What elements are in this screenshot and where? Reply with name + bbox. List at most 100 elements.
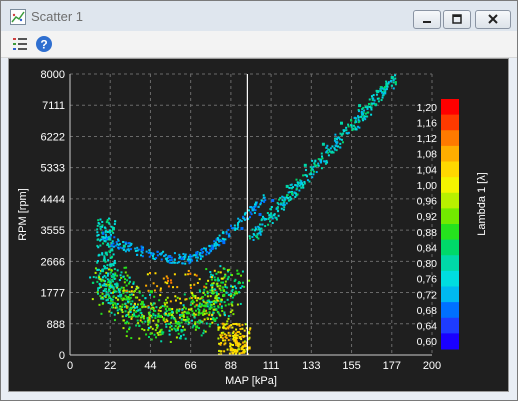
scatter-point bbox=[128, 290, 131, 293]
scatter-point bbox=[239, 328, 242, 331]
list-settings-icon[interactable] bbox=[11, 35, 29, 53]
scatter-point bbox=[176, 286, 179, 289]
help-icon[interactable]: ? bbox=[35, 35, 53, 53]
scatter-point bbox=[189, 303, 192, 306]
scatter-point bbox=[229, 348, 233, 352]
scatter-point bbox=[122, 275, 125, 278]
scatter-point bbox=[208, 248, 211, 251]
minimize-button[interactable] bbox=[413, 10, 441, 29]
scatter-point bbox=[215, 272, 218, 275]
scatter-point bbox=[205, 312, 208, 315]
scatter-point bbox=[221, 231, 224, 234]
scatter-point bbox=[223, 350, 226, 353]
scatter-point bbox=[203, 247, 206, 250]
scatter-point bbox=[224, 283, 227, 286]
y-tick-label: 1777 bbox=[41, 288, 65, 300]
scatter-point bbox=[140, 254, 143, 257]
scatter-point bbox=[253, 211, 256, 214]
scatter-point bbox=[147, 326, 150, 329]
scatter-point bbox=[177, 321, 181, 325]
scatter-point bbox=[248, 235, 251, 238]
scatter-point bbox=[239, 281, 242, 284]
scatter-point bbox=[236, 303, 239, 306]
colorbar-tick-label: 0,68 bbox=[417, 305, 438, 317]
scatter-point bbox=[142, 315, 145, 318]
scatter-point bbox=[209, 273, 212, 276]
scatter-point bbox=[101, 296, 104, 299]
scatter-point bbox=[260, 219, 263, 222]
scatter-point bbox=[242, 350, 246, 354]
scatter-point bbox=[112, 242, 115, 245]
x-axis-label: MAP [kPa] bbox=[225, 375, 277, 387]
scatter-point bbox=[227, 228, 230, 231]
scatter-point bbox=[144, 305, 147, 308]
scatter-point bbox=[111, 278, 114, 281]
scatter-point bbox=[202, 300, 205, 303]
scatter-point bbox=[145, 250, 148, 253]
scatter-point bbox=[104, 230, 107, 233]
scatter-point bbox=[159, 289, 162, 292]
scatter-point bbox=[159, 310, 162, 313]
scatter-point bbox=[177, 309, 180, 312]
scatter-point bbox=[281, 195, 284, 198]
scatter-point bbox=[149, 290, 153, 294]
scatter-point bbox=[182, 333, 185, 336]
scatter-point bbox=[97, 238, 100, 241]
y-tick-label: 6222 bbox=[41, 131, 65, 143]
scatter-point bbox=[259, 203, 262, 206]
scatter-point bbox=[243, 335, 246, 338]
scatter-point bbox=[376, 90, 380, 94]
scatter-point bbox=[104, 265, 107, 268]
scatter-point bbox=[250, 213, 253, 216]
scatter-point bbox=[117, 295, 120, 298]
scatter-point bbox=[147, 306, 150, 309]
scatter-point bbox=[141, 251, 144, 254]
scatter-point bbox=[254, 226, 257, 229]
scatter-point bbox=[173, 252, 176, 255]
scatter-point bbox=[121, 303, 124, 306]
title-bar[interactable]: Scatter 1 bbox=[1, 1, 517, 31]
scatter-point bbox=[219, 271, 222, 274]
scatter-point bbox=[345, 126, 348, 129]
scatter-point bbox=[169, 326, 172, 329]
scatter-point bbox=[117, 312, 120, 315]
scatter-point bbox=[174, 295, 177, 298]
scatter-point bbox=[227, 339, 230, 342]
x-tick-label: 200 bbox=[423, 360, 441, 372]
scatter-point bbox=[296, 185, 299, 188]
scatter-point bbox=[205, 282, 208, 285]
scatter-point bbox=[137, 322, 140, 325]
scatter-point bbox=[198, 302, 201, 305]
scatter-point bbox=[204, 249, 207, 252]
scatter-point bbox=[191, 292, 194, 295]
scatter-point bbox=[138, 290, 141, 293]
scatter-point bbox=[237, 217, 240, 220]
scatter-point bbox=[223, 311, 226, 314]
scatter-point bbox=[243, 217, 246, 220]
scatter-point bbox=[109, 229, 112, 232]
maximize-button[interactable] bbox=[443, 10, 471, 29]
scatter-point bbox=[248, 337, 251, 340]
scatter-point bbox=[113, 289, 116, 292]
colorbar-tick-label: 1,04 bbox=[417, 164, 438, 176]
scatter-point bbox=[347, 123, 350, 126]
close-button[interactable] bbox=[475, 10, 511, 29]
scatter-point bbox=[300, 180, 303, 183]
scatter-point bbox=[120, 276, 123, 279]
scatter-point bbox=[198, 304, 201, 307]
scatter-point bbox=[133, 313, 136, 316]
colorbar-swatch bbox=[441, 302, 459, 319]
scatter-point bbox=[219, 334, 222, 337]
scatter-point bbox=[213, 318, 217, 322]
scatter-point bbox=[203, 309, 206, 312]
scatter-point bbox=[227, 317, 230, 320]
scatter-point bbox=[184, 262, 187, 265]
scatter-point bbox=[181, 308, 184, 311]
scatter-chart[interactable]: 0 22 44 66 88 111 133 155 177 200 0 888 1777 2666 3555… bbox=[9, 59, 508, 391]
scatter-point bbox=[217, 238, 220, 241]
scatter-point bbox=[116, 274, 119, 277]
scatter-point bbox=[392, 87, 395, 90]
scatter-point bbox=[186, 311, 190, 315]
scatter-point bbox=[156, 254, 159, 257]
scatter-point bbox=[296, 181, 299, 184]
